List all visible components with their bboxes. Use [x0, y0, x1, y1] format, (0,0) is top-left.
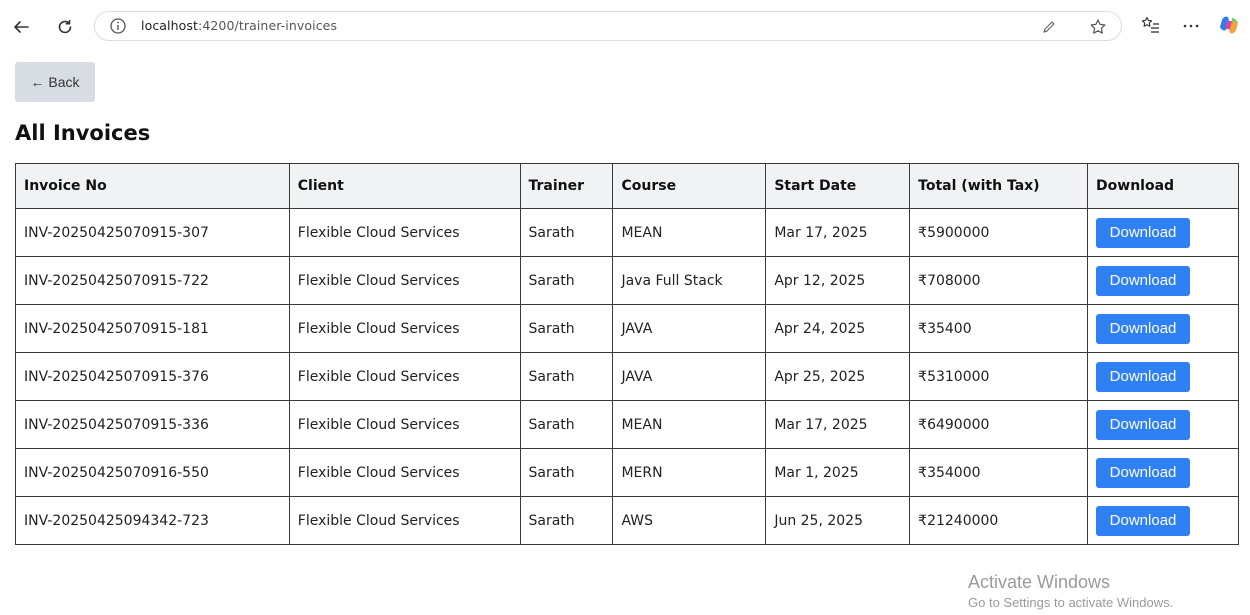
cell-download: Download	[1087, 304, 1239, 353]
cell-course: JAVA	[612, 352, 767, 401]
address-url[interactable]: localhost:4200/trainer-invoices	[141, 18, 337, 33]
cell-course: MERN	[612, 448, 767, 497]
more-options-icon[interactable]	[1180, 14, 1202, 36]
favorites-list-icon[interactable]	[1140, 14, 1162, 36]
table-row: INV-20250425070915-376 Flexible Cloud Se…	[15, 352, 1239, 401]
cell-invoice-no: INV-20250425070915-307	[15, 208, 290, 257]
cell-start-date: Apr 12, 2025	[765, 256, 911, 305]
header-course: Course	[612, 163, 767, 209]
table-row: INV-20250425070915-336 Flexible Cloud Se…	[15, 400, 1239, 449]
cell-trainer: Sarath	[519, 352, 614, 401]
download-button[interactable]: Download	[1096, 313, 1191, 344]
download-button[interactable]: Download	[1096, 457, 1191, 488]
table-row: INV-20250425070915-181 Flexible Cloud Se…	[15, 304, 1239, 353]
cell-trainer: Sarath	[519, 400, 614, 449]
cell-download: Download	[1087, 496, 1239, 545]
activate-windows-watermark: Activate Windows Go to Settings to activ…	[968, 572, 1173, 610]
cell-download: Download	[1087, 256, 1239, 305]
cell-course: JAVA	[612, 304, 767, 353]
cell-client: Flexible Cloud Services	[288, 304, 521, 353]
url-path: :4200/trainer-invoices	[198, 18, 338, 33]
info-icon[interactable]	[109, 17, 127, 35]
cell-invoice-no: INV-20250425070916-550	[15, 448, 290, 497]
cell-start-date: Apr 24, 2025	[765, 304, 911, 353]
table-row: INV-20250425070916-550 Flexible Cloud Se…	[15, 448, 1239, 497]
cell-start-date: Jun 25, 2025	[765, 496, 911, 545]
header-trainer: Trainer	[519, 163, 614, 209]
invoices-table: Invoice No Client Trainer Course Start D…	[15, 163, 1239, 545]
cell-invoice-no: INV-20250425094342-723	[15, 496, 290, 545]
cell-invoice-no: INV-20250425070915-376	[15, 352, 290, 401]
cell-invoice-no: INV-20250425070915-722	[15, 256, 290, 305]
table-row: INV-20250425094342-723 Flexible Cloud Se…	[15, 496, 1239, 545]
favorite-star-icon[interactable]	[1089, 18, 1107, 36]
page-title: All Invoices	[15, 121, 151, 145]
cell-total: ₹21240000	[909, 496, 1089, 545]
header-invoice-no: Invoice No	[15, 163, 290, 209]
cell-course: AWS	[612, 496, 767, 545]
cell-trainer: Sarath	[519, 304, 614, 353]
cell-total: ₹354000	[909, 448, 1089, 497]
cell-start-date: Mar 17, 2025	[765, 400, 911, 449]
table-row: INV-20250425070915-307 Flexible Cloud Se…	[15, 208, 1239, 257]
cell-trainer: Sarath	[519, 208, 614, 257]
cell-invoice-no: INV-20250425070915-181	[15, 304, 290, 353]
cell-client: Flexible Cloud Services	[288, 208, 521, 257]
watermark-title: Activate Windows	[968, 572, 1111, 592]
cell-total: ₹6490000	[909, 400, 1089, 449]
cell-download: Download	[1087, 352, 1239, 401]
download-button[interactable]: Download	[1096, 265, 1191, 296]
download-button[interactable]: Download	[1096, 361, 1191, 392]
header-total: Total (with Tax)	[909, 163, 1089, 209]
download-button[interactable]: Download	[1096, 505, 1191, 536]
cell-total: ₹5900000	[909, 208, 1089, 257]
cell-course: MEAN	[612, 208, 767, 257]
cell-trainer: Sarath	[519, 256, 614, 305]
cell-trainer: Sarath	[519, 448, 614, 497]
table-row: INV-20250425070915-722 Flexible Cloud Se…	[15, 256, 1239, 305]
cell-total: ₹708000	[909, 256, 1089, 305]
refresh-icon[interactable]	[52, 14, 78, 40]
url-host: localhost	[141, 18, 199, 33]
cell-invoice-no: INV-20250425070915-336	[15, 400, 290, 449]
header-download: Download	[1087, 163, 1239, 209]
cell-start-date: Mar 17, 2025	[765, 208, 911, 257]
header-client: Client	[288, 163, 521, 209]
download-button[interactable]: Download	[1096, 409, 1191, 440]
cell-start-date: Apr 25, 2025	[765, 352, 911, 401]
back-arrow-icon[interactable]	[8, 14, 34, 40]
cell-total: ₹35400	[909, 304, 1089, 353]
cell-client: Flexible Cloud Services	[288, 496, 521, 545]
header-start-date: Start Date	[765, 163, 911, 209]
browser-toolbar: localhost:4200/trainer-invoices	[0, 0, 1250, 58]
cell-start-date: Mar 1, 2025	[765, 448, 911, 497]
back-button[interactable]: ← Back	[15, 62, 95, 102]
address-bar[interactable]: localhost:4200/trainer-invoices	[94, 11, 1122, 41]
table-header-row: Invoice No Client Trainer Course Start D…	[15, 163, 1239, 209]
download-button[interactable]: Download	[1096, 217, 1191, 248]
cell-download: Download	[1087, 208, 1239, 257]
cell-course: Java Full Stack	[612, 256, 767, 305]
cell-client: Flexible Cloud Services	[288, 448, 521, 497]
copilot-icon[interactable]	[1218, 14, 1240, 36]
cell-client: Flexible Cloud Services	[288, 352, 521, 401]
cell-client: Flexible Cloud Services	[288, 400, 521, 449]
cell-download: Download	[1087, 400, 1239, 449]
cell-course: MEAN	[612, 400, 767, 449]
read-aloud-icon[interactable]	[1040, 18, 1058, 36]
cell-total: ₹5310000	[909, 352, 1089, 401]
cell-client: Flexible Cloud Services	[288, 256, 521, 305]
cell-download: Download	[1087, 448, 1239, 497]
cell-trainer: Sarath	[519, 496, 614, 545]
watermark-subtitle: Go to Settings to activate Windows.	[968, 595, 1174, 610]
